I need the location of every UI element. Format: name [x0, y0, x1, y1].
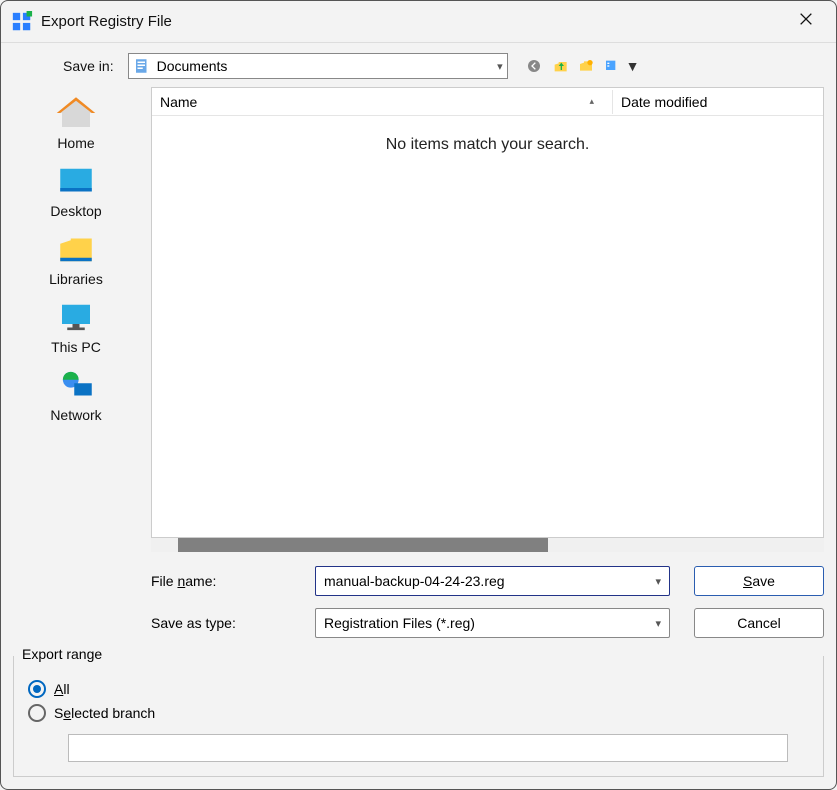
file-list[interactable]: Name ▴ Date modified No items match your… — [151, 87, 824, 538]
regedit-icon — [11, 11, 33, 33]
close-button[interactable] — [786, 11, 826, 32]
up-icon[interactable] — [550, 56, 570, 76]
place-network[interactable]: Network — [50, 367, 101, 423]
saveastype-combo[interactable]: Registration Files (*.reg) ▾ — [315, 608, 670, 638]
view-menu-chevron-icon[interactable]: ▼ — [628, 56, 638, 76]
horizontal-scrollbar[interactable] — [151, 538, 824, 552]
column-date-label: Date modified — [621, 94, 707, 110]
radio-unchecked-icon — [28, 704, 46, 722]
export-range-group: Export range All Selected branch — [13, 656, 824, 777]
chevron-down-icon: ▾ — [655, 575, 661, 588]
save-in-combo[interactable]: Documents ▾ — [128, 53, 508, 79]
place-thispc[interactable]: This PC — [51, 299, 101, 355]
thispc-icon — [55, 299, 97, 335]
saveastype-label: Save as type: — [151, 615, 291, 631]
network-icon — [55, 367, 97, 403]
libraries-icon — [55, 231, 97, 267]
save-in-label: Save in: — [63, 58, 114, 74]
place-desktop[interactable]: Desktop — [50, 163, 101, 219]
save-button[interactable]: Save — [694, 566, 824, 596]
desktop-icon — [55, 163, 97, 199]
place-label: This PC — [51, 339, 101, 355]
radio-checked-icon — [28, 680, 46, 698]
places-bar: Home Desktop Libraries This PC Network — [1, 87, 151, 650]
export-range-legend: Export range — [18, 646, 106, 662]
cancel-button[interactable]: Cancel — [694, 608, 824, 638]
chevron-down-icon: ▾ — [497, 60, 503, 73]
column-header-name[interactable]: Name ▴ — [152, 90, 613, 114]
filename-value: manual-backup-04-24-23.reg — [324, 573, 655, 589]
documents-icon — [133, 57, 151, 75]
column-header-date[interactable]: Date modified — [613, 90, 823, 114]
filename-input[interactable]: manual-backup-04-24-23.reg ▾ — [315, 566, 670, 596]
place-libraries[interactable]: Libraries — [49, 231, 103, 287]
save-in-value: Documents — [157, 58, 497, 74]
back-icon[interactable] — [524, 56, 544, 76]
column-name-label: Name — [160, 94, 197, 110]
filename-label: File name: — [151, 573, 291, 589]
sort-indicator-icon: ▴ — [589, 96, 594, 107]
place-label: Libraries — [49, 271, 103, 287]
place-label: Network — [50, 407, 101, 423]
saveastype-value: Registration Files (*.reg) — [324, 615, 655, 631]
radio-all[interactable]: All — [28, 680, 809, 698]
radio-selected-branch[interactable]: Selected branch — [28, 704, 809, 722]
place-home[interactable]: Home — [55, 95, 97, 151]
place-label: Home — [57, 135, 94, 151]
chevron-down-icon: ▾ — [655, 617, 661, 630]
empty-message: No items match your search. — [152, 116, 823, 537]
selected-branch-input[interactable] — [68, 734, 788, 762]
place-label: Desktop — [50, 203, 101, 219]
new-folder-icon[interactable] — [576, 56, 596, 76]
view-menu-icon[interactable] — [602, 56, 622, 76]
home-icon — [55, 95, 97, 131]
window-title: Export Registry File — [41, 13, 786, 30]
